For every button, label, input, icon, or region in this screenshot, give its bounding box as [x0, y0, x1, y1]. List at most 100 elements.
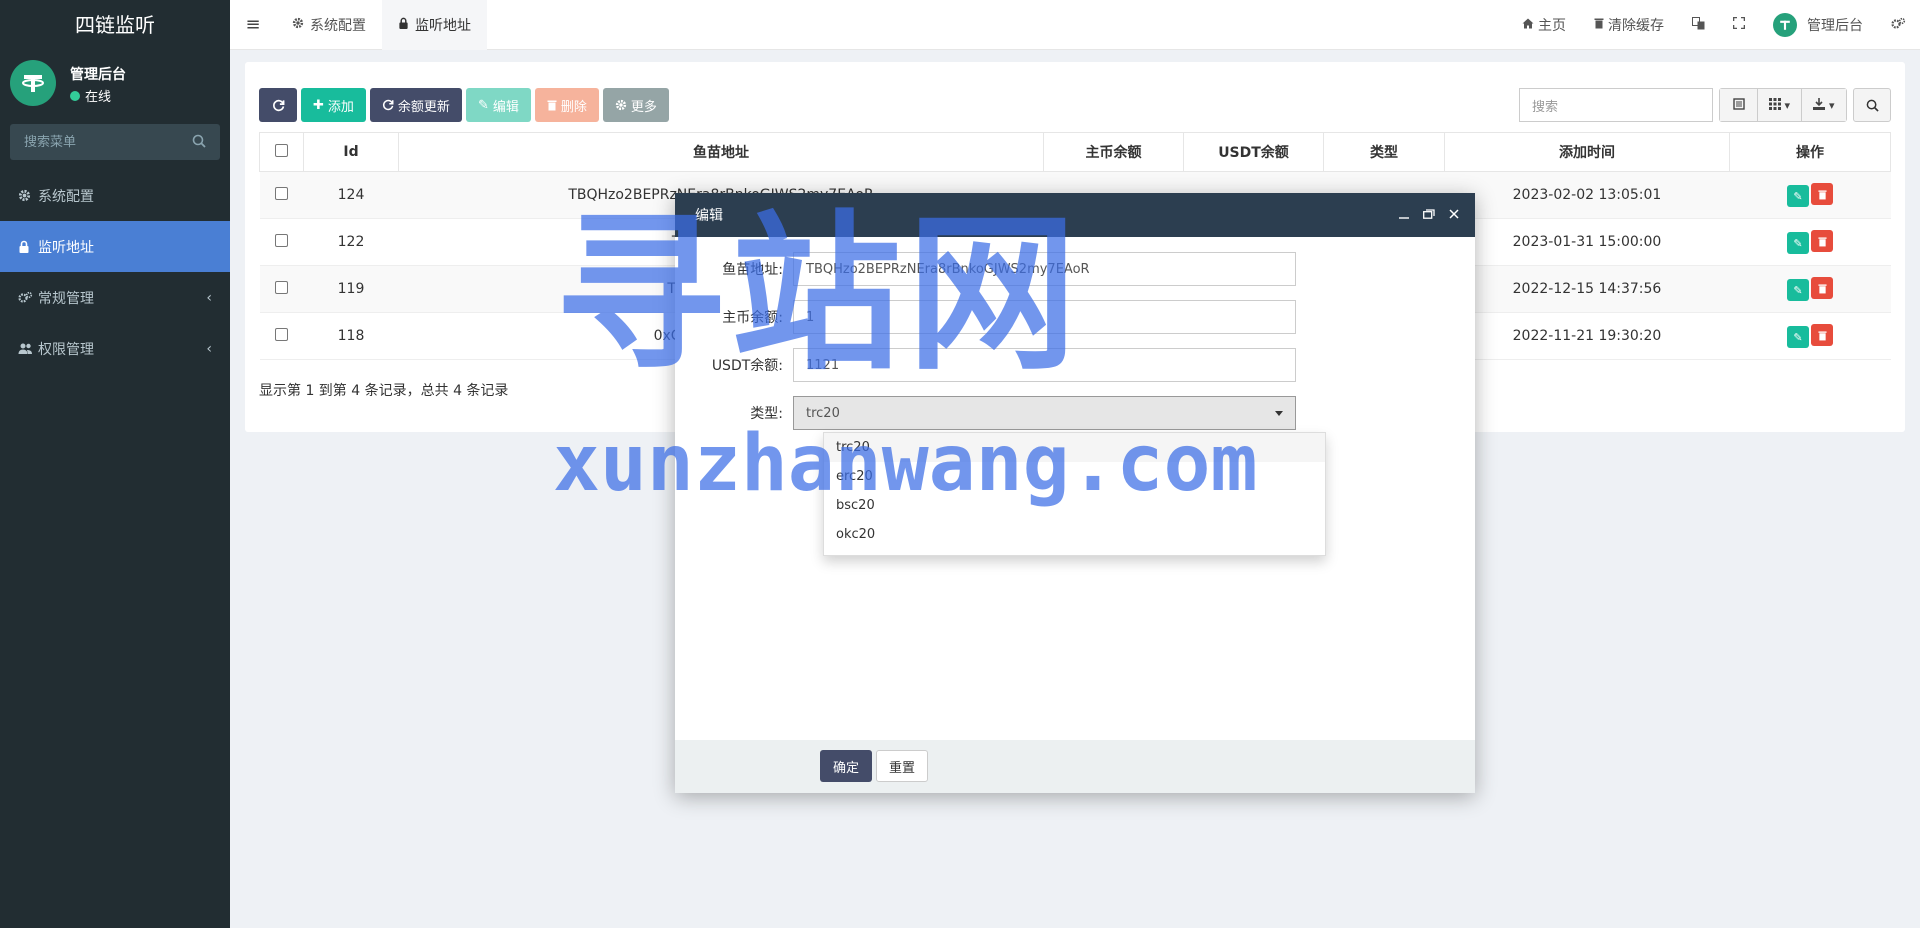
close-icon[interactable]	[1449, 207, 1459, 223]
operation-cell: ✎	[1729, 218, 1891, 266]
sidebar-item-label: 常规管理	[38, 290, 94, 307]
trash-icon	[1817, 236, 1827, 246]
row-edit-button[interactable]: ✎	[1787, 185, 1809, 207]
sidebar: 四链监听 管理后台 在线 系统配置 监听地址 常规管理 ‹	[0, 0, 230, 928]
columns-toggle[interactable]: ▾	[1758, 89, 1802, 121]
minimize-icon[interactable]	[1399, 207, 1409, 223]
watermark-url: xunzhanwang.com	[553, 419, 1258, 509]
operation-cell: ✎	[1729, 265, 1891, 313]
column-header[interactable]: 添加时间	[1444, 132, 1730, 172]
table-header-row: Id 鱼苗地址 主币余额 USDT余额 类型 添加时间 操作	[259, 132, 1891, 172]
maximize-icon[interactable]	[1423, 207, 1435, 223]
row-edit-button[interactable]: ✎	[1787, 232, 1809, 254]
row-checkbox[interactable]	[275, 327, 288, 341]
row-checkbox-cell	[259, 265, 304, 313]
settings-toggle[interactable]	[1877, 17, 1920, 34]
menu-toggle-icon[interactable]: ≡	[230, 14, 276, 35]
search-icon[interactable]	[192, 134, 206, 152]
tether-logo-icon	[1773, 13, 1797, 37]
row-checkbox-cell	[259, 171, 304, 219]
row-delete-button[interactable]	[1811, 324, 1833, 346]
toolbar: ✚ 添加 余额更新 ✎ 编辑 删除 更多	[259, 88, 669, 122]
column-header[interactable]: 类型	[1323, 132, 1445, 172]
select-all-checkbox[interactable]	[275, 143, 288, 157]
dropdown-option[interactable]: okc20	[824, 520, 1325, 549]
id-cell: 118	[303, 312, 399, 360]
row-checkbox[interactable]	[275, 233, 288, 247]
row-checkbox[interactable]	[275, 186, 288, 200]
tab-label: 系统配置	[310, 17, 366, 34]
sidebar-menu: 系统配置 监听地址 常规管理 ‹ 权限管理 ‹	[0, 170, 230, 374]
card-view-toggle[interactable]	[1720, 89, 1758, 121]
clear-cache-label: 清除缓存	[1608, 18, 1664, 34]
admin-label: 管理后台	[1807, 18, 1863, 34]
row-checkbox[interactable]	[275, 280, 288, 294]
sidebar-item-label: 权限管理	[38, 341, 94, 358]
time-cell: 2023-02-02 13:05:01	[1444, 171, 1730, 219]
confirm-button[interactable]: 确定	[820, 750, 872, 782]
chevron-left-icon: ‹	[206, 289, 212, 306]
sidebar-item-listen-address[interactable]: 监听地址	[0, 221, 230, 272]
row-delete-button[interactable]	[1811, 230, 1833, 252]
column-header[interactable]: 主币余额	[1043, 132, 1184, 172]
time-cell: 2022-11-21 19:30:20	[1444, 312, 1730, 360]
row-delete-button[interactable]	[1811, 277, 1833, 299]
more-button[interactable]: 更多	[602, 88, 669, 122]
row-edit-button[interactable]: ✎	[1787, 326, 1809, 348]
online-dot-icon	[70, 90, 80, 101]
caret-down-icon: ▾	[1784, 98, 1791, 112]
column-header[interactable]: Id	[303, 132, 399, 172]
clear-cache-link[interactable]: 清除缓存	[1580, 15, 1678, 35]
delete-label: 删除	[560, 99, 587, 115]
gear-icon	[615, 99, 627, 111]
caret-down-icon	[1275, 411, 1283, 416]
user-status-label: 在线	[85, 90, 112, 105]
sidebar-item-permission-management[interactable]: 权限管理 ‹	[0, 323, 230, 374]
user-panel: 管理后台 在线	[0, 50, 230, 114]
sidebar-search-input[interactable]	[10, 124, 180, 160]
add-button[interactable]: ✚ 添加	[301, 88, 366, 122]
column-header[interactable]: 鱼苗地址	[398, 132, 1044, 172]
table-search-input[interactable]: 搜索	[1519, 88, 1713, 122]
sidebar-item-label: 系统配置	[38, 188, 94, 205]
plus-icon: ✚	[313, 97, 324, 113]
delete-button[interactable]: 删除	[534, 88, 599, 122]
cogs-icon	[18, 291, 38, 304]
reset-button[interactable]: 重置	[876, 750, 928, 782]
operation-cell: ✎	[1729, 312, 1891, 360]
fullscreen-toggle[interactable]	[1719, 16, 1759, 33]
pagination-summary: 显示第 1 到第 4 条记录，总共 4 条记录	[259, 383, 509, 399]
trash-icon	[1594, 17, 1604, 33]
tab-listen-address[interactable]: 监听地址	[382, 0, 487, 50]
modal-controls	[1399, 193, 1459, 237]
column-header[interactable]: USDT余额	[1183, 132, 1324, 172]
tab-system-config[interactable]: 系统配置	[276, 0, 382, 50]
home-link[interactable]: 主页	[1508, 15, 1580, 35]
top-navbar: ≡ 系统配置 监听地址 主页 清除缓存 管理后台	[230, 0, 1920, 50]
row-edit-button[interactable]: ✎	[1787, 279, 1809, 301]
sidebar-item-general-management[interactable]: 常规管理 ‹	[0, 272, 230, 323]
toolbar-right: 搜索 ▾ ▾	[1519, 88, 1891, 122]
pencil-icon: ✎	[1793, 283, 1803, 297]
trash-icon	[547, 100, 557, 111]
modal-footer: 确定 重置	[675, 740, 1475, 793]
row-delete-button[interactable]	[1811, 183, 1833, 205]
time-cell: 2022-12-15 14:37:56	[1444, 265, 1730, 313]
sidebar-item-system-config[interactable]: 系统配置	[0, 170, 230, 221]
refresh-button[interactable]	[259, 88, 297, 122]
user-name: 管理后台	[70, 67, 126, 83]
translate-icon	[1692, 16, 1705, 34]
table-search-button[interactable]	[1853, 88, 1891, 122]
row-checkbox-cell	[259, 312, 304, 360]
grid-icon	[1768, 97, 1781, 113]
column-header: 操作	[1729, 132, 1891, 172]
balance-update-button[interactable]: 余额更新	[369, 88, 462, 122]
language-toggle[interactable]	[1678, 16, 1719, 34]
table-view-controls: ▾ ▾	[1719, 88, 1847, 122]
edit-button[interactable]: ✎ 编辑	[465, 88, 531, 122]
cogs-icon	[1891, 17, 1906, 34]
pencil-icon: ✎	[1793, 189, 1803, 203]
export-toggle[interactable]: ▾	[1802, 89, 1846, 121]
users-icon	[18, 342, 38, 355]
admin-menu[interactable]: 管理后台	[1759, 13, 1877, 37]
